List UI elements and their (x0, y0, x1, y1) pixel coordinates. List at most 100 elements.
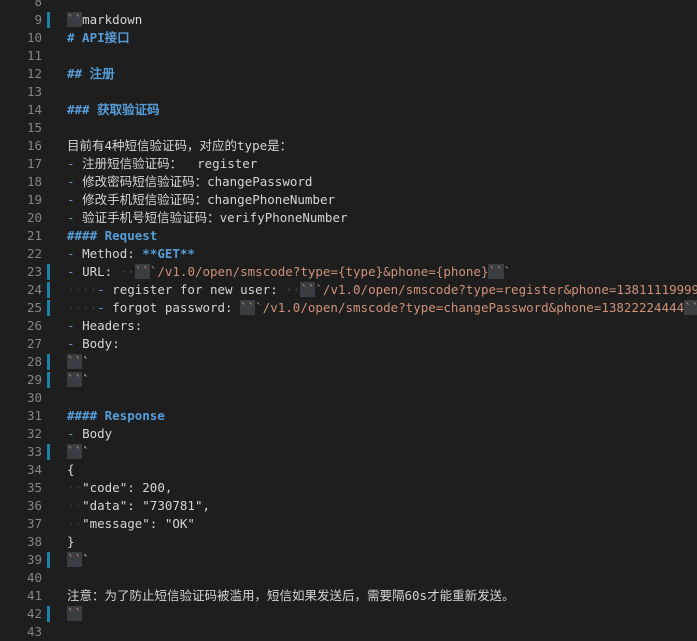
line-content[interactable]: - 注册短信验证码： register (67, 155, 697, 173)
line-content[interactable]: - URL: ··```/v1.0/open/smscode?type={typ… (67, 263, 697, 281)
line-content[interactable]: ``` (67, 551, 697, 569)
line-content[interactable]: #### Response (67, 407, 697, 425)
code-line[interactable]: 18 - 修改密码短信验证码：changePassword (0, 173, 697, 191)
token-dash: - (67, 210, 83, 225)
code-line[interactable]: 38} (0, 533, 697, 551)
line-content[interactable]: ····- forgot password: ```/v1.0/open/sms… (67, 299, 697, 317)
code-line[interactable]: 22 - Method: **GET** (0, 245, 697, 263)
token-plain: markdown (82, 12, 143, 27)
token-ws: ·· (285, 282, 301, 297)
code-line[interactable]: 19 - 修改手机短信验证码：changePhoneNumber (0, 191, 697, 209)
line-content[interactable]: `` (67, 605, 697, 623)
modified-line-marker (47, 12, 50, 28)
line-content[interactable]: - Method: **GET** (67, 245, 697, 263)
token-plain: 注意：为了防止短信验证码被滥用，短信如果发送后，需要隔60s才能重新发送。 (67, 588, 515, 603)
line-content[interactable]: ····- register for new user: ··```/v1.0/… (67, 281, 697, 299)
line-content[interactable]: ### 获取验证码 (67, 101, 697, 119)
token-plain: ` (82, 372, 90, 387)
line-content[interactable]: - 修改手机短信验证码：changePhoneNumber (67, 191, 697, 209)
line-number: 19 (26, 192, 42, 207)
code-line[interactable]: 9 ``markdown (0, 11, 697, 29)
code-line[interactable]: 24 ····- register for new user: ··```/v1.… (0, 281, 697, 299)
line-number: 37 (26, 516, 42, 531)
token-tick: `` (488, 264, 504, 279)
code-line[interactable]: 33 ``` (0, 443, 697, 461)
code-line[interactable]: 10 # API接口 (0, 29, 697, 47)
code-line[interactable]: 32 - Body (0, 425, 697, 443)
code-line[interactable]: 39 ``` (0, 551, 697, 569)
line-content[interactable]: { (67, 461, 697, 479)
code-line[interactable]: 15 (0, 119, 697, 137)
line-number: 35 (26, 480, 42, 495)
line-content[interactable]: ··"code": 200, (67, 479, 697, 497)
code-line[interactable]: 34 { (0, 461, 697, 479)
token-codespan: `/v1.0/open/smscode?type=register&phone=… (315, 282, 697, 297)
line-content[interactable]: ``markdown (67, 11, 697, 29)
token-plain: 注册短信验证码： register (82, 156, 258, 171)
token-dash: - (67, 246, 83, 261)
line-content[interactable]: ··"data": "730781", (67, 497, 697, 515)
code-line[interactable]: 17 - 注册短信验证码： register (0, 155, 697, 173)
line-number: 34 (26, 462, 42, 477)
line-content[interactable]: - Headers: (67, 317, 697, 335)
line-content[interactable]: - Body: (67, 335, 697, 353)
token-dash: - (67, 336, 83, 351)
code-line[interactable]: 36 ··"data": "730781", (0, 497, 697, 515)
code-line[interactable]: 27 - Body: (0, 335, 697, 353)
code-line[interactable]: 29 ``` (0, 371, 697, 389)
code-line[interactable]: 13 (0, 83, 697, 101)
token-plain: ` (82, 444, 90, 459)
code-line[interactable]: 14 ### 获取验证码 (0, 101, 697, 119)
token-plain: "code": 200, (82, 480, 173, 495)
code-line[interactable]: 16 目前有4种短信验证码，对应的type是： (0, 137, 697, 155)
code-line[interactable]: 20 - 验证手机号短信验证码：verifyPhoneNumber (0, 209, 697, 227)
code-line[interactable]: 30 (0, 389, 697, 407)
code-line[interactable]: 37 ··"message": "OK" (0, 515, 697, 533)
code-line[interactable]: 12 ## 注册 (0, 65, 697, 83)
token-plain: 修改密码短信验证码：changePassword (82, 174, 313, 189)
line-content[interactable]: #### Request (67, 227, 697, 245)
line-content[interactable]: - 验证手机号短信验证码：verifyPhoneNumber (67, 209, 697, 227)
line-content[interactable]: - 修改密码短信验证码：changePassword (67, 173, 697, 191)
code-line[interactable]: 28 ``` (0, 353, 697, 371)
line-content[interactable]: ``` (67, 443, 697, 461)
line-content[interactable]: ··"message": "OK" (67, 515, 697, 533)
code-line[interactable]: 8 (0, 0, 697, 11)
line-content[interactable]: ``` (67, 353, 697, 371)
token-indent: ···· (67, 300, 98, 315)
token-dash: - (67, 264, 83, 279)
code-line[interactable]: 25 ····- forgot password: ```/v1.0/open/s… (0, 299, 697, 317)
code-line[interactable]: 31 #### Response (0, 407, 697, 425)
code-line[interactable]: 43 (0, 623, 697, 641)
line-content[interactable]: - Body (67, 425, 697, 443)
token-tick: `` (67, 12, 83, 27)
code-line[interactable]: 40 (0, 569, 697, 587)
line-number: 10 (26, 30, 42, 45)
token-plain: URL: (82, 264, 120, 279)
line-number: 8 (34, 0, 42, 9)
token-ws: ·· (119, 264, 135, 279)
modified-line-marker (47, 552, 50, 568)
code-line[interactable]: 11 (0, 47, 697, 65)
line-number: 30 (26, 390, 42, 405)
code-line[interactable]: 42 `` (0, 605, 697, 623)
code-line[interactable]: 26 - Headers: (0, 317, 697, 335)
code-editor[interactable]: 8 9 ``markdown 10 # API接口 11 12 ## 注册 13 14 ### 获取… (0, 0, 697, 641)
modified-line-marker (47, 264, 50, 280)
line-content[interactable]: ## 注册 (67, 65, 697, 83)
code-line[interactable]: 23- URL: ··```/v1.0/open/smscode?type={t… (0, 263, 697, 281)
line-content[interactable]: # API接口 (67, 29, 697, 47)
code-line[interactable]: 21 #### Request (0, 227, 697, 245)
token-heading: # API接口 (67, 30, 130, 45)
line-content[interactable]: ``` (67, 371, 697, 389)
token-bold: **GET** (142, 246, 195, 261)
token-dash: - (67, 156, 83, 171)
code-line[interactable]: 35 ··"code": 200, (0, 479, 697, 497)
code-line[interactable]: 41 注意：为了防止短信验证码被滥用，短信如果发送后，需要隔60s才能重新发送。 (0, 587, 697, 605)
line-number: 25 (26, 300, 42, 315)
line-content[interactable]: } (67, 533, 697, 551)
line-content[interactable]: 目前有4种短信验证码，对应的type是： (67, 137, 697, 155)
line-content[interactable]: 注意：为了防止短信验证码被滥用，短信如果发送后，需要隔60s才能重新发送。 (67, 587, 697, 605)
line-number: 27 (26, 336, 42, 351)
line-number: 29 (26, 372, 42, 387)
